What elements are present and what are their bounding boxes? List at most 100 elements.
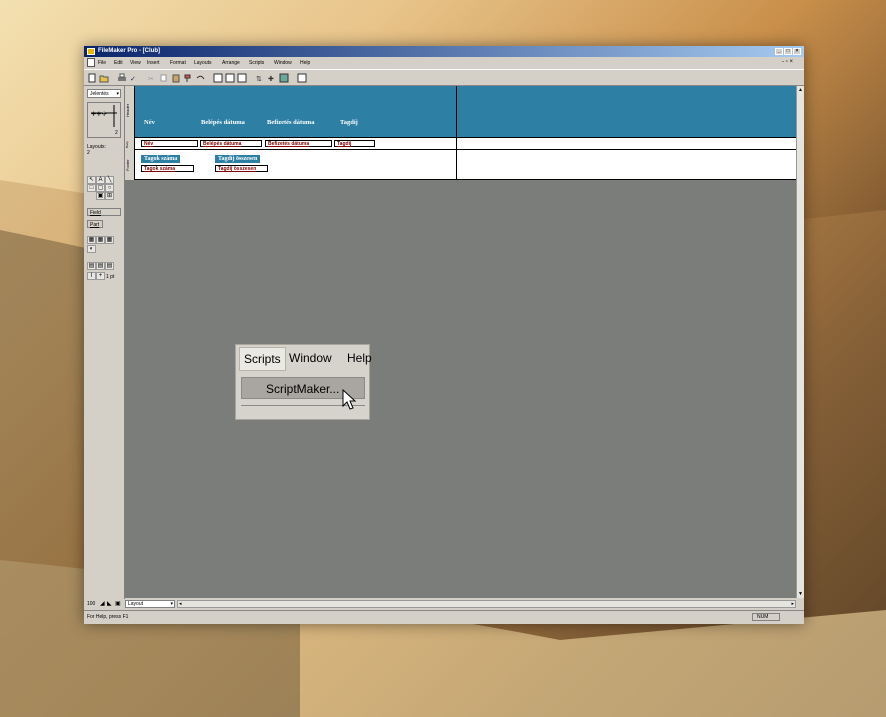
part-label-body[interactable]: Body	[125, 140, 135, 150]
horizontal-scrollbar[interactable]: ◂ ▸	[177, 600, 796, 608]
chevron-down-icon: ▾	[170, 601, 173, 607]
footer-part[interactable]: Tagok száma Tagdíj összesen Tagok száma …	[135, 150, 796, 180]
menu-arrange[interactable]: Arrange	[222, 60, 240, 66]
fill-effect-icon[interactable]: ▦	[105, 236, 114, 244]
zoom-out-icon[interactable]: ◢	[100, 600, 105, 607]
line-tool-icon[interactable]: ╲	[105, 176, 114, 184]
text-tool-icon[interactable]: A	[96, 176, 105, 184]
button-tool-icon[interactable]: ▣	[96, 192, 105, 200]
field-tool[interactable]: Field	[87, 208, 121, 216]
zoom-in-icon[interactable]: ◣	[107, 600, 112, 607]
callout-menu-help[interactable]: Help	[347, 351, 372, 365]
format-painter-icon[interactable]	[183, 73, 193, 83]
pointer-tool-icon[interactable]: ↖	[87, 176, 96, 184]
footer-label-tagok-szama[interactable]: Tagok száma	[141, 155, 181, 163]
menu-format[interactable]: Format	[170, 60, 186, 66]
undo-icon[interactable]	[195, 73, 205, 83]
rectangle-tool-icon[interactable]: □	[87, 184, 96, 192]
paste-icon[interactable]	[171, 73, 181, 83]
scroll-down-icon[interactable]: ▼	[798, 591, 803, 597]
tab-order-icon[interactable]: ✚	[267, 73, 277, 83]
browse-mode-icon[interactable]	[213, 73, 223, 83]
help-icon[interactable]	[297, 73, 307, 83]
menu-edit[interactable]: Edit	[114, 60, 123, 66]
part-label-header[interactable]: Header	[125, 90, 135, 130]
layout-count: 2	[87, 150, 90, 156]
menu-file[interactable]: File	[98, 60, 106, 66]
menu-view[interactable]: View	[130, 60, 141, 66]
header-label-befizetes-datuma[interactable]: Befizetés dátuma	[267, 119, 314, 126]
book-icon[interactable]: +++ 2	[87, 102, 121, 138]
line-width-icon[interactable]: +	[96, 272, 105, 280]
minimize-button[interactable]: _	[775, 48, 783, 55]
menu-insert[interactable]: Insert	[147, 60, 160, 66]
field-tool-label: Field	[90, 210, 101, 216]
pen-icon[interactable]: ǀ	[87, 272, 96, 280]
callout-menu-window[interactable]: Window	[289, 351, 332, 365]
new-file-icon[interactable]	[87, 73, 97, 83]
vertical-scrollbar[interactable]: ▲ ▼	[796, 86, 804, 598]
oval-tool-icon[interactable]: ○	[105, 184, 114, 192]
layout-canvas[interactable]: Header Body Footer Név Belépés dátuma Be…	[125, 86, 796, 598]
part-label-footer[interactable]: Footer	[125, 152, 135, 178]
paint-bucket-icon[interactable]: ◐	[87, 245, 96, 253]
window-title: FileMaker Pro - [Club]	[98, 48, 161, 54]
part-labels-column: Header Body Footer	[125, 86, 135, 180]
scroll-left-icon[interactable]: ◂	[179, 601, 182, 607]
layout-mode-icon[interactable]	[237, 73, 247, 83]
document-icon[interactable]	[87, 58, 95, 67]
cut-icon[interactable]: ✂	[147, 73, 157, 83]
pen-color-icon[interactable]: ▤	[87, 262, 96, 270]
close-button[interactable]: ×	[793, 48, 801, 55]
menu-layouts[interactable]: Layouts	[194, 60, 212, 66]
scroll-right-icon[interactable]: ▸	[791, 601, 794, 607]
find-mode-icon[interactable]	[225, 73, 235, 83]
define-fields-icon[interactable]	[279, 73, 289, 83]
mode-selector[interactable]: Layout ▾	[125, 600, 175, 608]
status-area-toggle-icon[interactable]: ▣	[115, 600, 121, 607]
body-field-befizetes-datuma[interactable]: Befizetés dátuma	[265, 140, 332, 147]
menu-help[interactable]: Help	[300, 60, 310, 66]
header-label-nev[interactable]: Név	[144, 119, 155, 126]
toolbar: ✓ ✂ ⇅ ✚	[84, 69, 804, 86]
callout-menu-scripts[interactable]: Scripts	[239, 347, 286, 371]
body-field-nev[interactable]: Név	[141, 140, 198, 147]
body-part[interactable]: Név Belépés dátuma Befizetés dátuma Tagd…	[135, 138, 796, 150]
footer-field-tagok-szama[interactable]: Tagok száma	[141, 165, 194, 172]
fill-color-icon[interactable]: ▦	[87, 236, 96, 244]
spellcheck-icon[interactable]: ✓	[129, 73, 139, 83]
pen-pattern-icon[interactable]: ▤	[96, 262, 105, 270]
header-part[interactable]: Név Belépés dátuma Befizetés dátuma Tagd…	[135, 86, 796, 138]
scroll-up-icon[interactable]: ▲	[798, 87, 803, 93]
part-tool-label: Part	[90, 222, 100, 228]
callout-menu-bar: Scripts Window Help	[236, 345, 372, 371]
menu-window[interactable]: Window	[274, 60, 292, 66]
header-label-belepes-datuma[interactable]: Belépés dátuma	[201, 119, 245, 126]
title-bar[interactable]: FileMaker Pro - [Club] _ □ ×	[84, 46, 804, 57]
help-hint: For Help, press F1	[87, 614, 129, 620]
copy-icon[interactable]	[159, 73, 169, 83]
layout-menu-dropdown[interactable]: Jelentés ▾	[87, 89, 121, 98]
body-field-belepes-datuma[interactable]: Belépés dátuma	[200, 140, 262, 147]
menu-scripts[interactable]: Scripts	[249, 60, 264, 66]
rounded-rectangle-tool-icon[interactable]: ▢	[96, 184, 105, 192]
svg-text:2: 2	[115, 130, 118, 136]
open-folder-icon[interactable]	[99, 73, 109, 83]
svg-text:✂: ✂	[148, 76, 154, 83]
page-margin-line	[456, 86, 457, 180]
footer-label-tagdij-osszesen[interactable]: Tagdíj összesen	[215, 155, 261, 163]
maximize-button[interactable]: □	[784, 48, 792, 55]
num-lock-indicator: NUM	[752, 613, 780, 621]
sort-icon[interactable]: ⇅	[255, 73, 265, 83]
bottom-control-row: 100 ◢ ◣ ▣ Layout ▾ ◂ ▸	[84, 599, 804, 609]
footer-field-tagdij-osszesen[interactable]: Tagdíj összesen	[215, 165, 268, 172]
scripts-menu-callout: Scripts Window Help ScriptMaker...	[236, 345, 372, 419]
fill-pattern-icon[interactable]: ▦	[96, 236, 105, 244]
pen-effect-icon[interactable]: ▤	[105, 262, 114, 270]
mdi-window-controls[interactable]: - ▫ ×	[782, 59, 793, 65]
part-tool[interactable]: Part	[87, 220, 103, 228]
body-field-tagdij[interactable]: Tagdíj	[334, 140, 375, 147]
header-label-tagdij[interactable]: Tagdíj	[340, 119, 358, 126]
portal-tool-icon[interactable]: ⊞	[105, 192, 114, 200]
print-icon[interactable]	[117, 73, 127, 83]
